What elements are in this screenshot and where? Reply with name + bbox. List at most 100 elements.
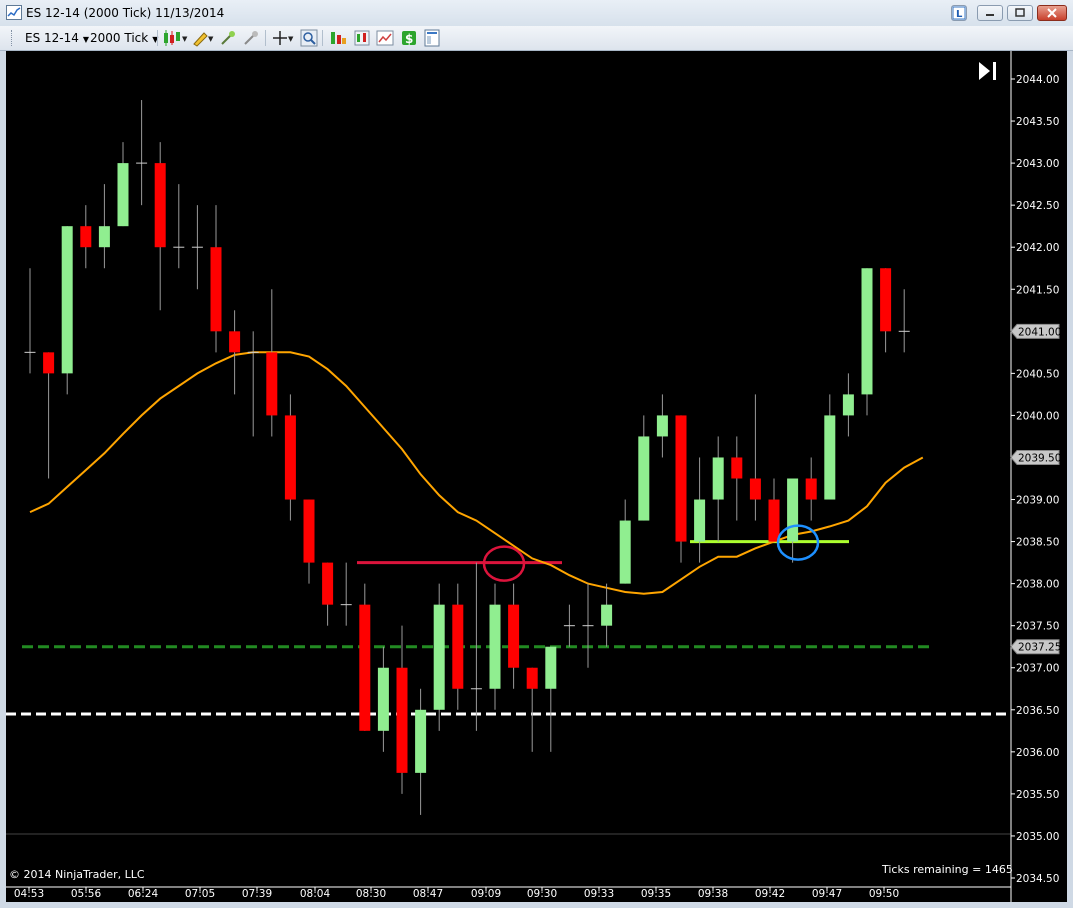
time-tick-label: 09:47 — [812, 888, 842, 900]
candle — [601, 583, 613, 647]
candle-body — [80, 226, 92, 248]
candle — [359, 583, 371, 731]
candle — [266, 289, 278, 437]
time-tick-label: 09:35 — [641, 888, 671, 900]
candle — [154, 142, 166, 311]
chart-panel[interactable]: 2044.00 2043.50 2043.00 2042.50 2042.00 2041.… — [6, 51, 1067, 902]
candle-body — [619, 520, 631, 584]
price-marker: 2037.25 — [1010, 639, 1061, 655]
toolbar-separator — [157, 30, 158, 46]
candle — [61, 226, 73, 395]
candle — [247, 331, 259, 437]
zoom-out-icon[interactable] — [242, 29, 260, 47]
time-tick-label: 07:39 — [242, 888, 272, 900]
strategies-icon[interactable] — [353, 29, 371, 47]
price-tick-label: 2040.00 — [1016, 410, 1059, 422]
ticks-remaining: Ticks remaining = 1465 — [881, 863, 1013, 876]
candle — [377, 646, 389, 752]
toolbar-grip[interactable] — [11, 30, 14, 46]
candle — [898, 289, 910, 353]
candle-body — [675, 415, 687, 542]
time-tick-label: 05:56 — [71, 888, 102, 900]
period-selector[interactable]: 2000 Tick ▼ — [90, 30, 158, 46]
candle-body — [749, 478, 761, 500]
candle-body — [303, 499, 315, 563]
dollar-icon[interactable]: $ — [400, 29, 418, 47]
candle — [24, 268, 36, 374]
candle — [842, 373, 854, 437]
price-marker: 2041.00 — [1010, 323, 1061, 339]
candle — [340, 562, 352, 626]
market-analyzer-icon[interactable] — [376, 29, 394, 47]
candle-body — [787, 478, 799, 542]
instrument-selector[interactable]: ES 12-14 ▼ — [25, 30, 89, 46]
candle — [731, 436, 743, 521]
candle — [284, 394, 296, 521]
candle — [749, 394, 761, 521]
time-axis[interactable]: 04:53 05:56 06:24 07:05 07:39 08:04 08:30 08:47… — [14, 887, 899, 900]
time-tick-label: 07:05 — [185, 888, 215, 900]
price-marker-label: 2041.00 — [1018, 326, 1061, 338]
candle — [638, 415, 650, 521]
candle-body — [43, 352, 55, 374]
candle — [98, 184, 110, 269]
close-button[interactable] — [1037, 5, 1067, 21]
search-zoom-icon[interactable] — [300, 29, 318, 47]
candle-body — [842, 394, 854, 416]
candle — [43, 352, 55, 479]
crosshair-icon[interactable]: ▼ — [272, 29, 296, 47]
candle — [396, 625, 408, 794]
candle-body — [284, 415, 296, 500]
candle-body — [433, 604, 445, 710]
candle-body — [61, 226, 73, 374]
price-tick-label: 2034.50 — [1016, 873, 1059, 885]
indicators-icon[interactable] — [329, 29, 347, 47]
candle-body — [861, 268, 873, 395]
candle-body — [638, 436, 650, 521]
candle — [210, 205, 222, 353]
price-marker-label: 2039.50 — [1018, 452, 1061, 464]
close-icon — [1047, 8, 1057, 18]
annotation-circles — [482, 524, 820, 582]
candle-body — [359, 604, 371, 731]
candlestick-style-icon[interactable]: ▼ — [162, 29, 188, 47]
price-tick-label: 2043.50 — [1016, 116, 1059, 128]
price-tick-label: 2043.00 — [1016, 158, 1059, 170]
play-arrow-icon — [979, 62, 990, 80]
link-letter-icon: L — [952, 6, 966, 20]
time-tick-label: 06:24 — [128, 888, 159, 900]
svg-text:▼: ▼ — [182, 35, 188, 43]
maximize-button[interactable] — [1007, 5, 1033, 21]
candle-body — [712, 457, 724, 500]
candle-body — [694, 499, 706, 542]
candle-body — [656, 415, 668, 437]
candle-body — [489, 604, 501, 689]
end-bar-icon — [993, 62, 996, 80]
draw-pencil-icon[interactable]: ▼ — [191, 29, 215, 47]
price-tick-label: 2041.50 — [1016, 284, 1059, 296]
price-marker: 2039.50 — [1010, 449, 1061, 465]
price-chart[interactable]: 2044.00 2043.50 2043.00 2042.50 2042.00 2041.… — [6, 51, 1067, 902]
maximize-icon — [1015, 8, 1025, 17]
price-axis[interactable]: 2044.00 2043.50 2043.00 2042.50 2042.00 2041.… — [1010, 74, 1061, 885]
candle — [619, 499, 631, 584]
properties-icon[interactable] — [423, 29, 441, 47]
candle-body — [880, 268, 892, 332]
window-title: ES 12-14 (2000 Tick) 11/13/2014 — [26, 6, 225, 20]
title-bar[interactable]: ES 12-14 (2000 Tick) 11/13/2014 L — [0, 0, 1073, 27]
link-button[interactable]: L — [951, 5, 967, 21]
candle — [582, 583, 594, 668]
svg-text:L: L — [956, 9, 963, 20]
candle — [787, 478, 799, 563]
candle-body — [508, 604, 520, 668]
price-tick-label: 2037.00 — [1016, 663, 1059, 675]
minimize-button[interactable] — [977, 5, 1003, 21]
candle — [526, 667, 538, 752]
price-tick-label: 2042.00 — [1016, 242, 1059, 254]
svg-text:▼: ▼ — [288, 35, 294, 43]
copyright-text: © 2014 NinjaTrader, LLC — [9, 868, 145, 881]
zoom-in-icon[interactable] — [219, 29, 237, 47]
candle — [322, 562, 334, 626]
scroll-to-end-button[interactable] — [979, 62, 996, 80]
candle-body — [322, 562, 334, 605]
